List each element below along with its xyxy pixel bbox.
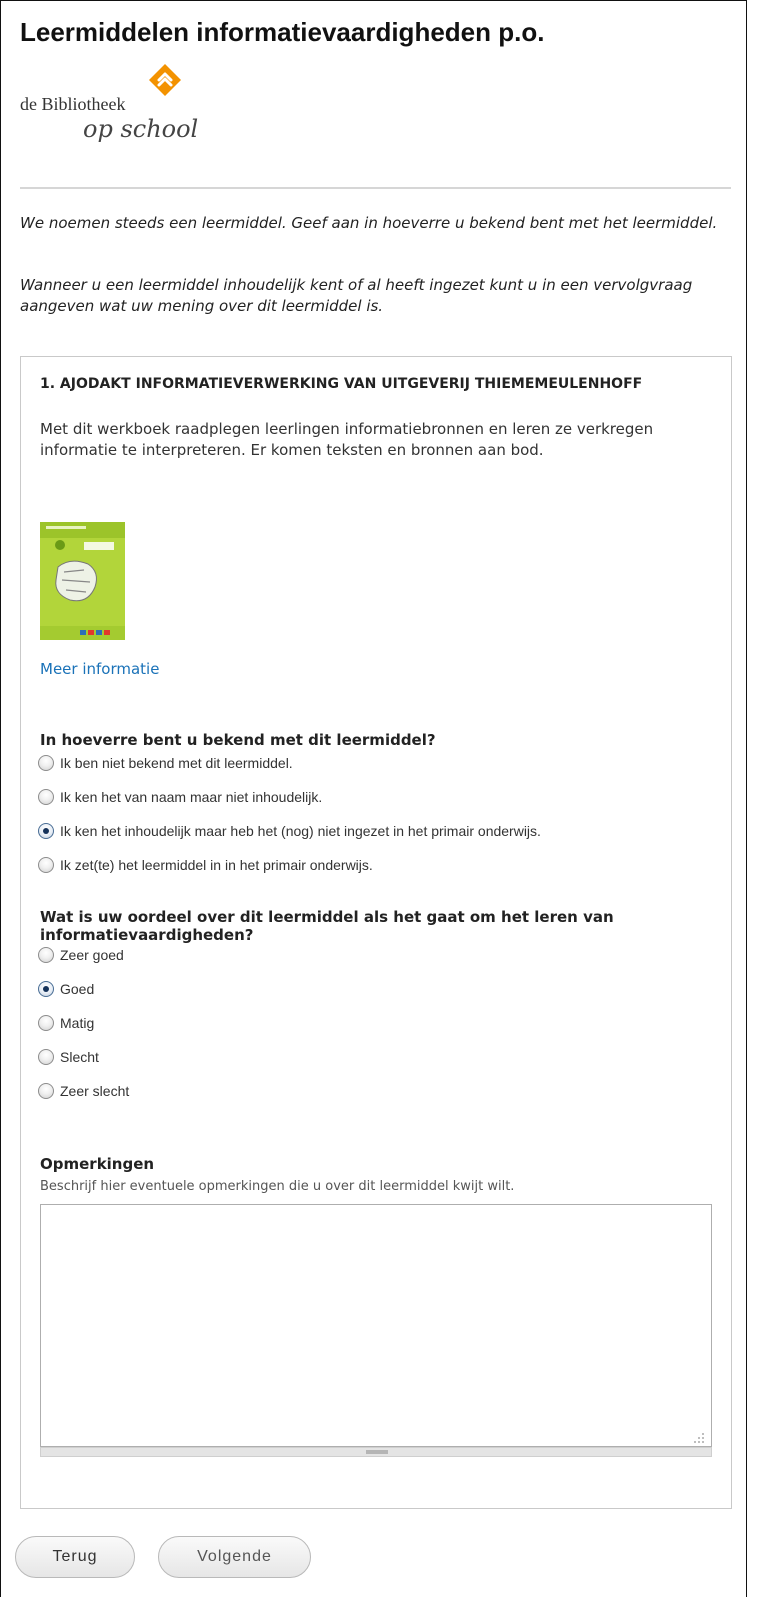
radio-button[interactable] (38, 857, 54, 873)
option-label: Zeer goed (60, 947, 124, 963)
option-label: Ik ken het van naam maar niet inhoudelij… (60, 789, 323, 805)
grip-handle-icon (366, 1450, 388, 1454)
radio-button[interactable] (38, 789, 54, 805)
rating-option-zeer-goed[interactable]: Zeer goed (38, 943, 124, 967)
question-panel: 1. AJODAKT INFORMATIEVERWERKING VAN UITG… (20, 356, 732, 1509)
rating-question-label: Wat is uw oordeel over dit leermiddel al… (40, 908, 614, 944)
logo-brand-text: de Bibliotheek (20, 94, 126, 114)
option-label: Goed (60, 981, 95, 997)
intro-paragraph-1: We noemen steeds een leermiddel. Geef aa… (20, 214, 718, 232)
option-label: Ik zet(te) het leermiddel in in het prim… (60, 857, 373, 873)
option-label: Slecht (60, 1049, 99, 1065)
next-button[interactable]: Volgende (158, 1536, 311, 1578)
option-label: Zeer slecht (60, 1083, 130, 1099)
page-title: Leermiddelen informatievaardigheden p.o. (20, 17, 545, 47)
book-cover-illustration (40, 522, 125, 640)
rating-option-zeer-slecht[interactable]: Zeer slecht (38, 1079, 129, 1103)
radio-button[interactable] (38, 1015, 54, 1031)
remarks-textarea[interactable] (40, 1204, 712, 1447)
option-label: Ik ken het inhoudelijk maar heb het (nog… (60, 823, 541, 839)
textarea-resize-grip[interactable] (40, 1447, 712, 1457)
option-label: Ik ben niet bekend met dit leermiddel. (60, 755, 293, 771)
radio-button-selected[interactable] (38, 981, 54, 997)
resize-corner-icon[interactable] (693, 1432, 705, 1444)
radio-button[interactable] (38, 1083, 54, 1099)
familiarity-option-3[interactable]: Ik ken het inhoudelijk maar heb het (nog… (38, 819, 541, 843)
divider (20, 187, 731, 189)
rating-option-slecht[interactable]: Slecht (38, 1045, 99, 1069)
more-info-link[interactable]: Meer informatie (40, 660, 159, 678)
rating-option-matig[interactable]: Matig (38, 1011, 94, 1035)
familiarity-question-label: In hoeverre bent u bekend met dit leermi… (40, 731, 436, 749)
radio-button-selected[interactable] (38, 823, 54, 839)
remarks-label: Opmerkingen (40, 1155, 155, 1173)
intro-paragraph-2: Wanneer u een leermiddel inhoudelijk ken… (20, 276, 693, 315)
question-description: Met dit werkboek raadplegen leerlingen i… (40, 420, 654, 459)
logo-script-text: op school (83, 115, 199, 143)
radio-button[interactable] (38, 755, 54, 771)
bibliotheek-logo-icon (149, 64, 181, 96)
radio-button[interactable] (38, 947, 54, 963)
radio-button[interactable] (38, 1049, 54, 1065)
option-label: Matig (60, 1015, 95, 1031)
book-cover-image (40, 522, 125, 640)
back-button[interactable]: Terug (15, 1536, 135, 1578)
familiarity-option-4[interactable]: Ik zet(te) het leermiddel in in het prim… (38, 853, 373, 877)
familiarity-option-1[interactable]: Ik ben niet bekend met dit leermiddel. (38, 751, 293, 775)
familiarity-option-2[interactable]: Ik ken het van naam maar niet inhoudelij… (38, 785, 322, 809)
remarks-hint: Beschrijf hier eventuele opmerkingen die… (40, 1179, 515, 1194)
bibliotheek-op-school-logo: de Bibliotheek op school (20, 61, 240, 156)
rating-option-goed[interactable]: Goed (38, 977, 94, 1001)
question-heading: 1. AJODAKT INFORMATIEVERWERKING VAN UITG… (40, 376, 643, 392)
survey-page: Leermiddelen informatievaardigheden p.o.… (0, 0, 747, 1597)
